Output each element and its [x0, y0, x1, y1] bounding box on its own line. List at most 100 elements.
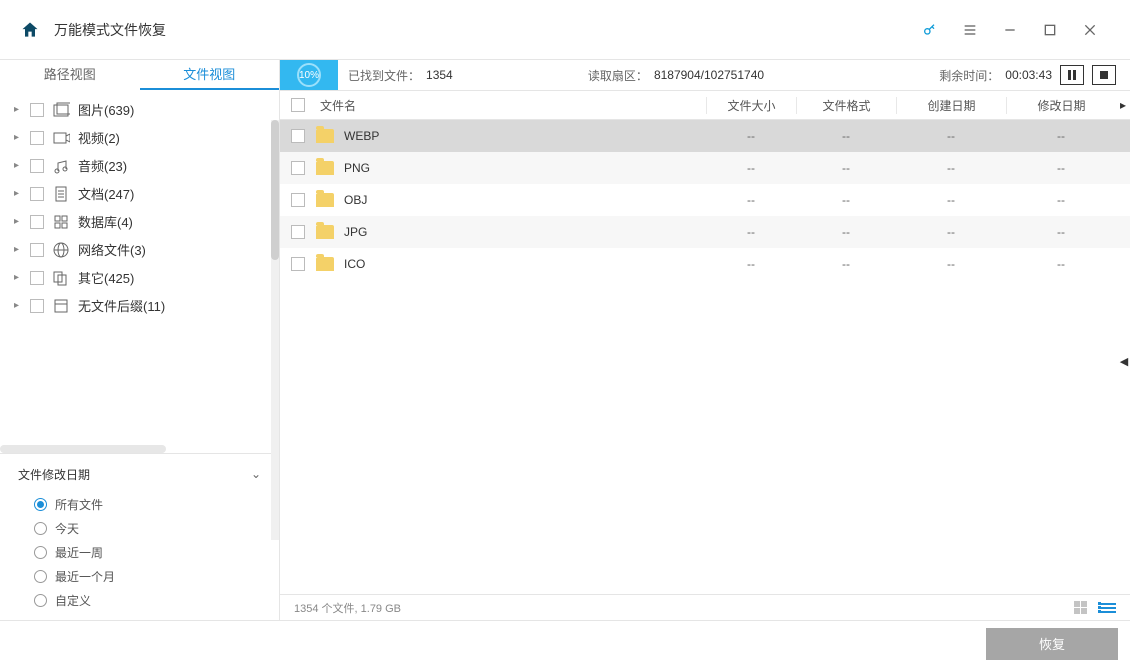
expand-icon[interactable]: ▸: [14, 244, 24, 255]
tree-checkbox[interactable]: [30, 299, 44, 313]
menu-icon[interactable]: [950, 10, 990, 50]
row-checkbox[interactable]: [291, 129, 305, 143]
preview-collapse-handle[interactable]: ◀: [1118, 316, 1130, 406]
column-scroll-right[interactable]: ▸: [1116, 98, 1130, 112]
progress-ring: 10%: [297, 63, 321, 87]
select-all-checkbox[interactable]: [291, 98, 305, 112]
expand-icon[interactable]: ▸: [14, 216, 24, 227]
row-name: PNG: [344, 161, 370, 175]
col-modified[interactable]: 修改日期: [1006, 97, 1116, 114]
table-row[interactable]: JPG--------: [280, 216, 1130, 248]
filter-radio-2[interactable]: 最近一周: [34, 540, 261, 564]
tree-checkbox[interactable]: [30, 159, 44, 173]
col-format[interactable]: 文件格式: [796, 97, 896, 114]
license-key-icon[interactable]: [910, 10, 950, 50]
tab-path-view[interactable]: 路径视图: [0, 60, 140, 90]
noext-icon: [52, 298, 70, 314]
row-checkbox[interactable]: [291, 161, 305, 175]
tree-scrollbar-vertical[interactable]: [271, 120, 279, 540]
filter-radio-1[interactable]: 今天: [34, 516, 261, 540]
tree-checkbox[interactable]: [30, 215, 44, 229]
tree-item-noext[interactable]: ▸无文件后缀(11): [0, 292, 279, 320]
recover-button[interactable]: 恢复: [986, 628, 1118, 660]
table-row[interactable]: WEBP--------: [280, 120, 1130, 152]
tree-checkbox[interactable]: [30, 271, 44, 285]
table-row[interactable]: ICO--------: [280, 248, 1130, 280]
tree-scrollbar-horizontal[interactable]: [0, 445, 166, 453]
filter-header[interactable]: 文件修改日期 ⌄: [18, 462, 261, 486]
row-fmt: --: [796, 129, 896, 143]
view-grid-icon[interactable]: [1074, 601, 1092, 615]
pause-button[interactable]: [1060, 65, 1084, 85]
expand-icon[interactable]: ▸: [14, 104, 24, 115]
row-mdate: --: [1006, 193, 1116, 207]
tree-item-audio[interactable]: ▸音频(23): [0, 152, 279, 180]
tree-item-images[interactable]: ▸图片(639): [0, 96, 279, 124]
images-icon: [52, 102, 70, 118]
row-cdate: --: [896, 257, 1006, 271]
folder-icon: [316, 257, 334, 271]
view-list-icon[interactable]: [1098, 601, 1116, 615]
tree-checkbox[interactable]: [30, 187, 44, 201]
table-row[interactable]: PNG--------: [280, 152, 1130, 184]
row-name: ICO: [344, 257, 365, 271]
home-icon[interactable]: [20, 20, 40, 40]
radio-label: 最近一周: [55, 544, 103, 561]
tree-item-web[interactable]: ▸网络文件(3): [0, 236, 279, 264]
filter-radio-3[interactable]: 最近一个月: [34, 564, 261, 588]
tree-item-other[interactable]: ▸其它(425): [0, 264, 279, 292]
filter-radio-4[interactable]: 自定义: [34, 588, 261, 612]
col-name[interactable]: 文件名: [316, 97, 706, 114]
expand-icon[interactable]: ▸: [14, 272, 24, 283]
radio-icon: [34, 570, 47, 583]
summary-text: 1354 个文件, 1.79 GB: [294, 600, 401, 616]
folder-icon: [316, 129, 334, 143]
db-icon: [52, 214, 70, 230]
expand-icon[interactable]: ▸: [14, 132, 24, 143]
tree-item-db[interactable]: ▸ 数据库(4): [0, 208, 279, 236]
tree-checkbox[interactable]: [30, 131, 44, 145]
row-checkbox[interactable]: [291, 257, 305, 271]
tree-label: 数据库(4): [78, 212, 133, 231]
col-size[interactable]: 文件大小: [706, 97, 796, 114]
row-mdate: --: [1006, 161, 1116, 175]
row-cdate: --: [896, 129, 1006, 143]
radio-label: 自定义: [55, 592, 91, 609]
row-cdate: --: [896, 161, 1006, 175]
row-mdate: --: [1006, 129, 1116, 143]
scan-status-bar: 10% 已找到文件： 1354 读取扇区： 8187904/102751740 …: [280, 60, 1130, 90]
tab-file-view[interactable]: 文件视图: [140, 60, 280, 90]
table-body: WEBP--------PNG--------OBJ--------JPG---…: [280, 120, 1130, 594]
filter-title: 文件修改日期: [18, 466, 90, 483]
folder-icon: [316, 193, 334, 207]
expand-icon[interactable]: ▸: [14, 160, 24, 171]
doc-icon: [52, 186, 70, 202]
radio-label: 今天: [55, 520, 79, 537]
row-size: --: [706, 161, 796, 175]
row-checkbox[interactable]: [291, 193, 305, 207]
web-icon: [52, 242, 70, 258]
expand-icon[interactable]: ▸: [14, 300, 24, 311]
tree-item-video[interactable]: ▸视频(2): [0, 124, 279, 152]
radio-icon: [34, 546, 47, 559]
expand-icon[interactable]: ▸: [14, 188, 24, 199]
filter-radio-0[interactable]: 所有文件: [34, 492, 261, 516]
minimize-button[interactable]: [990, 10, 1030, 50]
row-fmt: --: [796, 225, 896, 239]
row-fmt: --: [796, 161, 896, 175]
close-button[interactable]: [1070, 10, 1110, 50]
bottom-bar: 恢复: [0, 620, 1130, 666]
row-fmt: --: [796, 257, 896, 271]
maximize-button[interactable]: [1030, 10, 1070, 50]
row-checkbox[interactable]: [291, 225, 305, 239]
stop-button[interactable]: [1092, 65, 1116, 85]
row-size: --: [706, 225, 796, 239]
tree-checkbox[interactable]: [30, 243, 44, 257]
row-cdate: --: [896, 193, 1006, 207]
table-row[interactable]: OBJ--------: [280, 184, 1130, 216]
row-fmt: --: [796, 193, 896, 207]
col-created[interactable]: 创建日期: [896, 97, 1006, 114]
tree-checkbox[interactable]: [30, 103, 44, 117]
tree-item-doc[interactable]: ▸文档(247): [0, 180, 279, 208]
sidebar: 路径视图 文件视图 ▸图片(639)▸视频(2)▸音频(23)▸文档(247)▸…: [0, 60, 280, 620]
